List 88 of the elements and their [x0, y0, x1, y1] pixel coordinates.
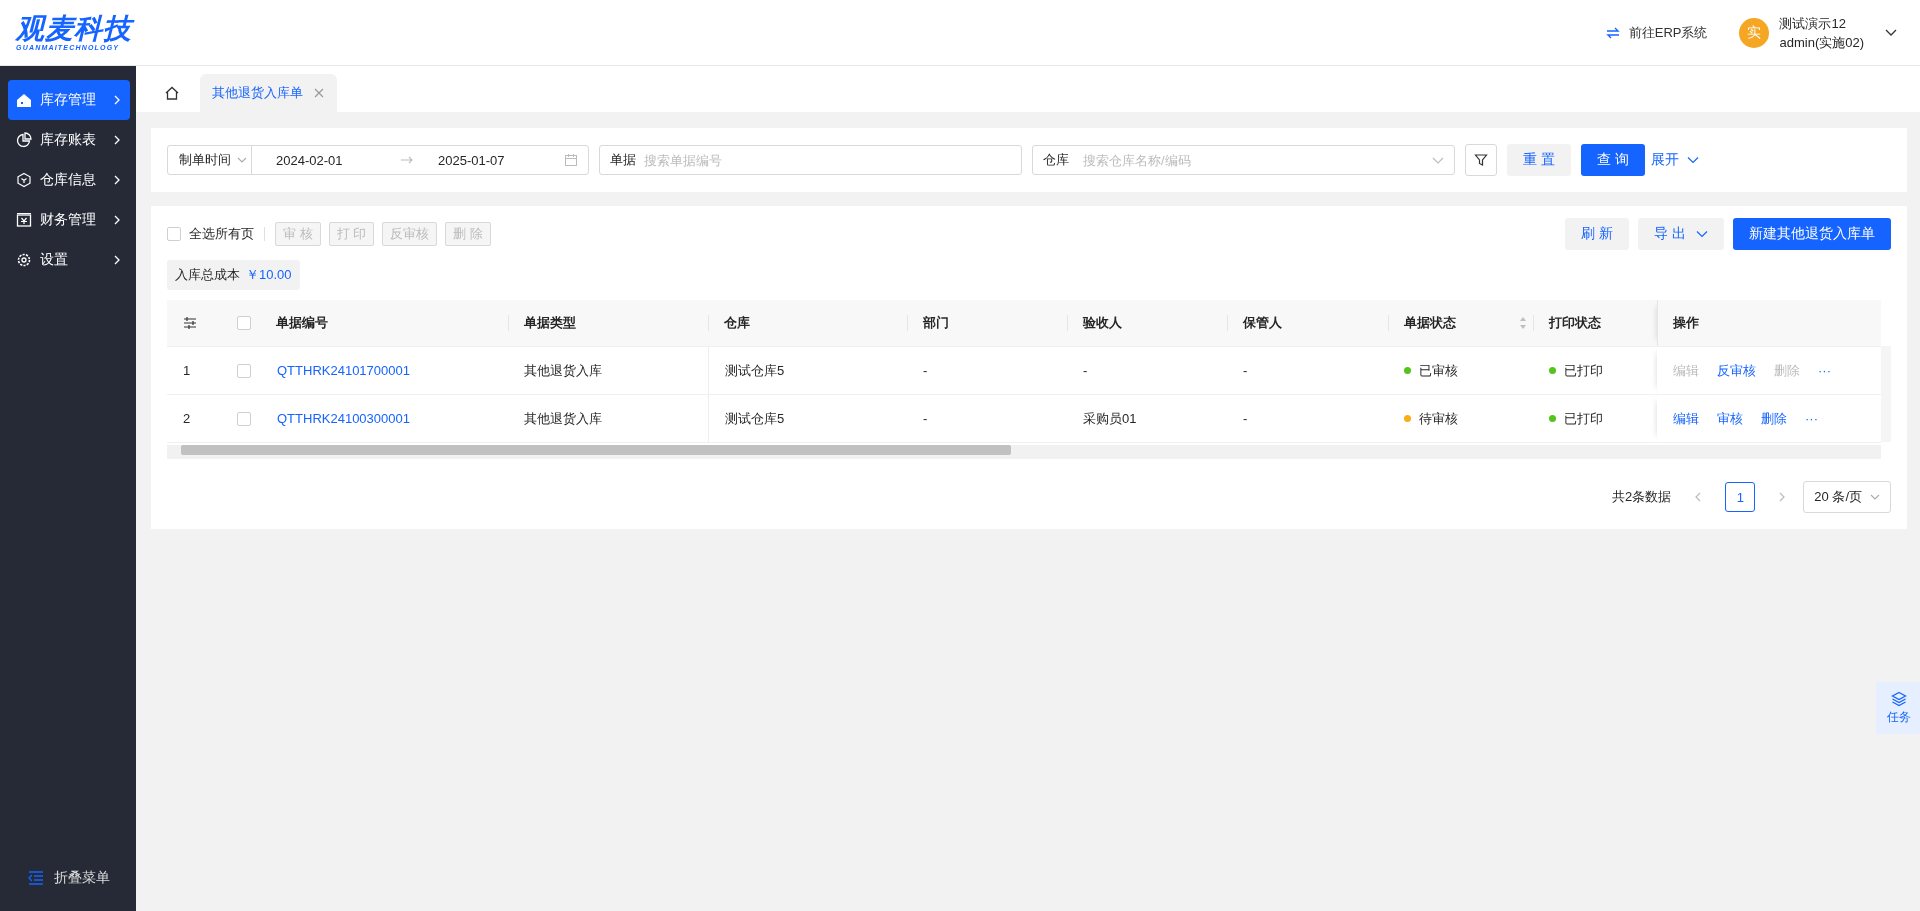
print-status-text: 已打印 [1564, 409, 1603, 428]
table-cell-text: - [922, 363, 929, 378]
layers-icon [1891, 690, 1907, 707]
row-action-link[interactable]: 编辑 [1673, 409, 1699, 428]
refresh-button[interactable]: 刷 新 [1565, 218, 1630, 250]
query-button[interactable]: 查 询 [1580, 144, 1645, 176]
column-settings-icon[interactable] [183, 317, 197, 329]
table-cell: 测试仓库5 [708, 347, 907, 394]
filter-button[interactable] [1465, 144, 1497, 176]
table-cell-text: 其他退货入库 [523, 361, 603, 380]
table-cell: 测试仓库5 [708, 395, 907, 442]
row-checkbox[interactable] [237, 411, 251, 426]
checkbox[interactable] [167, 227, 181, 241]
chevron-down-icon [1870, 492, 1880, 502]
close-icon[interactable] [313, 87, 325, 99]
row-action-link[interactable]: 删除 [1761, 409, 1787, 428]
user-role: admin(实施02) [1779, 33, 1864, 52]
table-cell-text: - [1242, 411, 1249, 426]
horizontal-scrollbar[interactable] [167, 445, 1881, 459]
chevron-down-icon [237, 155, 247, 165]
chevron-right-icon [112, 94, 122, 106]
row-number: 2 [182, 411, 192, 426]
page-tab[interactable]: 其他退货入库单 [200, 74, 337, 112]
table-cell-text: - [1082, 363, 1089, 378]
column-header: 单据类型 [508, 315, 708, 331]
column-header: 验收人 [1067, 315, 1227, 331]
table-cell-text: - [1242, 363, 1249, 378]
chevron-right-icon [112, 174, 122, 186]
table-cell-text: 采购员01 [1082, 409, 1138, 428]
warehouse-select[interactable]: 仓库 搜索仓库名称/编码 [1032, 145, 1455, 175]
checkbox[interactable] [237, 316, 251, 330]
task-button[interactable]: 任务 [1876, 682, 1920, 734]
row-checkbox[interactable] [237, 363, 251, 378]
settings-icon [16, 252, 32, 268]
column-header: 保管人 [1227, 315, 1388, 331]
row-action-link[interactable]: 审核 [1717, 409, 1743, 428]
summary-label: 入库总成本 [175, 266, 240, 284]
filter-icon [1474, 153, 1488, 167]
document-search-field[interactable]: 单据 搜索单据编号 [599, 145, 1022, 175]
home-icon [164, 85, 180, 101]
document-number-link[interactable]: QTTHRK24101700001 [261, 363, 508, 378]
summary-value: ￥10.00 [246, 266, 292, 284]
row-action-link[interactable]: 反审核 [1717, 361, 1756, 380]
column-header: 部门 [907, 315, 1067, 331]
chevron-right-icon [112, 134, 122, 146]
pie-chart-icon [16, 132, 32, 148]
cube-icon [16, 172, 32, 188]
menu-fold-icon [28, 871, 44, 885]
calendar-icon [564, 153, 578, 167]
document-search-input[interactable]: 搜索单据编号 [642, 151, 1011, 169]
create-button[interactable]: 新建其他退货入库单 [1733, 218, 1891, 250]
status-text: 已审核 [1419, 361, 1458, 380]
column-header: 仓库 [708, 315, 907, 331]
chevron-down-icon [1696, 228, 1708, 240]
table-cell-text: - [922, 411, 929, 426]
sidebar-item[interactable]: 库存管理 [8, 80, 130, 120]
expand-link[interactable]: 展开 [1650, 151, 1699, 169]
collapse-menu-button[interactable]: 折叠菜单 [0, 869, 136, 887]
erp-link[interactable]: 前往ERP系统 [1604, 23, 1708, 42]
user-name: 测试演示12 [1779, 14, 1847, 33]
page-size-select[interactable]: 20 条/页 [1803, 481, 1891, 513]
cash-register-icon [16, 212, 32, 228]
sidebar-item[interactable]: 仓库信息 [8, 160, 130, 200]
document-number-link[interactable]: QTTHRK24100300001 [261, 411, 508, 426]
more-actions-link[interactable]: ··· [1805, 411, 1818, 426]
export-button[interactable]: 导 出 [1638, 218, 1724, 250]
chevron-right-icon [112, 254, 122, 266]
date-range-field[interactable]: 制单时间 2024-02-01 2025-01-07 [167, 145, 589, 175]
sidebar-item[interactable]: 库存账表 [8, 120, 130, 160]
column-header: 单据编号 [275, 315, 329, 331]
arrow-right-icon [400, 155, 414, 165]
status-text: 待审核 [1419, 409, 1458, 428]
sort-icon[interactable] [1519, 316, 1527, 330]
column-header: 操作 [1657, 300, 1881, 346]
more-actions-link[interactable]: ··· [1818, 363, 1831, 378]
table-cell-text: 其他退货入库 [523, 409, 603, 428]
reset-button[interactable]: 重 置 [1507, 144, 1571, 176]
warehouse-search-input[interactable]: 搜索仓库名称/编码 [1081, 151, 1420, 169]
sidebar-item[interactable]: 设置 [8, 240, 130, 280]
chevron-right-icon [112, 214, 122, 226]
select-all-checkbox[interactable]: 全选所有页 [167, 225, 254, 243]
chevron-down-icon [1686, 154, 1699, 166]
total-count: 共2条数据 [1612, 488, 1672, 506]
page-number[interactable]: 1 [1725, 482, 1756, 512]
sidebar-item[interactable]: 财务管理 [8, 200, 130, 240]
print-status-text: 已打印 [1564, 361, 1603, 380]
row-number: 1 [182, 363, 192, 378]
house-icon [16, 92, 32, 108]
